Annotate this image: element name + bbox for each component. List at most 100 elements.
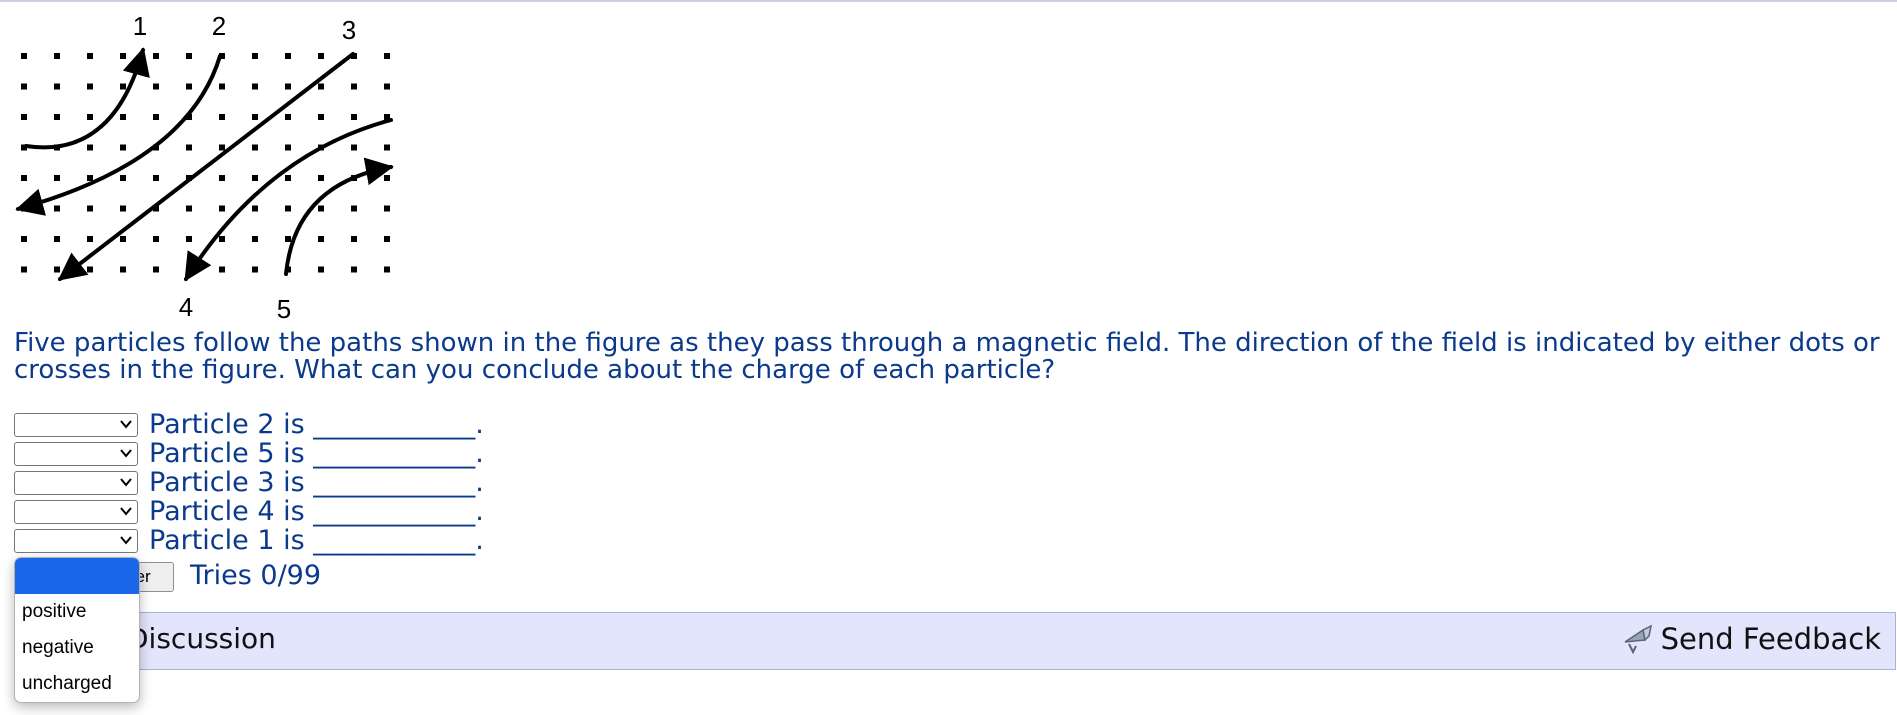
field-dot: [252, 53, 258, 59]
field-dot: [54, 175, 60, 181]
field-dot: [87, 83, 93, 90]
path-2: [15, 54, 222, 216]
field-dot: [21, 83, 27, 90]
particle-3-select[interactable]: [14, 470, 138, 495]
question-row-particle-2: Particle 2 is ____________.: [14, 409, 484, 440]
field-dot: [351, 266, 357, 273]
field-dot: [21, 266, 27, 273]
field-dot: [318, 83, 324, 90]
field-dot: [87, 175, 93, 181]
field-dot: [384, 266, 390, 273]
field-dot: [318, 266, 324, 273]
send-feedback-label: Send Feedback: [1660, 622, 1881, 656]
feedback-icon: [1624, 624, 1652, 655]
dropdown-option-negative[interactable]: negative: [15, 630, 139, 666]
field-dot: [351, 144, 357, 151]
field-dot: [384, 53, 390, 59]
path-5: [284, 157, 394, 276]
field-dot: [120, 175, 126, 181]
dropdown-option-uncharged[interactable]: uncharged: [15, 666, 139, 702]
field-dot: [318, 205, 324, 212]
field-dot: [351, 236, 357, 242]
field-dot: [318, 114, 324, 120]
field-dot: [87, 205, 93, 212]
question-row-particle-3: Particle 3 is ____________.: [14, 467, 484, 498]
chevron-down-icon: [120, 448, 132, 458]
field-dot: [219, 144, 225, 151]
field-dot: [54, 114, 60, 120]
field-dot: [54, 236, 60, 242]
chevron-down-icon: [120, 506, 132, 516]
field-dot: [285, 83, 291, 90]
question-prompt: Five particles follow the paths shown in…: [14, 328, 1880, 385]
field-dot: [252, 175, 258, 181]
field-dot: [186, 144, 192, 151]
field-dot: [285, 144, 291, 151]
tries-counter: Tries 0/99: [190, 560, 322, 591]
field-dot: [120, 144, 126, 151]
field-dot: [384, 236, 390, 242]
field-dot: [120, 266, 126, 273]
particle-1-label: Particle 1 is ____________.: [149, 525, 484, 556]
field-dot: [219, 236, 225, 242]
field-dot: [21, 114, 27, 120]
field-dot: [120, 236, 126, 242]
field-dot: [87, 236, 93, 242]
field-dot: [54, 53, 60, 59]
field-dot: [384, 175, 390, 181]
question-row-particle-4: Particle 4 is ____________.: [14, 496, 484, 527]
particle-4-select[interactable]: [14, 499, 138, 524]
dropdown-option-positive[interactable]: positive: [15, 594, 139, 630]
field-dot: [21, 236, 27, 242]
send-feedback-button[interactable]: Send Feedback: [1621, 622, 1881, 656]
field-dot: [351, 205, 357, 212]
field-dot: [384, 205, 390, 212]
field-dot: [285, 205, 291, 212]
top-rule: [0, 0, 1897, 2]
field-dot: [252, 114, 258, 120]
charge-dropdown-menu: positive negative uncharged: [14, 557, 140, 703]
path-label-1: 1: [133, 11, 147, 41]
particle-1-select[interactable]: [14, 528, 138, 553]
field-dot: [186, 53, 192, 59]
particle-4-label: Particle 4 is ____________.: [149, 496, 484, 527]
chevron-down-icon: [120, 477, 132, 487]
field-dot: [153, 114, 159, 120]
question-row-particle-5: Particle 5 is ____________.: [14, 438, 484, 469]
field-dot: [120, 53, 126, 59]
field-dot: [285, 114, 291, 120]
particle-3-label: Particle 3 is ____________.: [149, 467, 484, 498]
field-dot: [153, 236, 159, 242]
magnetic-field-figure: 1 2 3 4 5: [15, 11, 394, 322]
path-1: [24, 47, 150, 150]
field-dot: [252, 205, 258, 212]
field-dot: [153, 266, 159, 273]
field-dot: [120, 205, 126, 212]
field-dot: [252, 83, 258, 90]
dropdown-option-blank[interactable]: [15, 558, 139, 594]
particle-2-select[interactable]: [14, 412, 138, 437]
field-dot: [21, 53, 27, 59]
field-dot: [219, 114, 225, 120]
field-dot: [351, 83, 357, 90]
field-dot: [384, 144, 390, 151]
path-label-2: 2: [212, 11, 226, 41]
field-dot: [153, 53, 159, 59]
particle-2-label: Particle 2 is ____________.: [149, 409, 484, 440]
field-dot: [87, 114, 93, 120]
field-dot: [153, 83, 159, 90]
field-dot: [21, 175, 27, 181]
path-label-4: 4: [179, 292, 193, 322]
field-dot: [87, 266, 93, 273]
discussion-link[interactable]: Discussion: [127, 622, 276, 655]
field-dot: [219, 83, 225, 90]
field-dot: [318, 175, 324, 181]
question-row-particle-1: Particle 1 is ____________.: [14, 525, 484, 556]
field-dot: [285, 53, 291, 59]
path-label-3: 3: [342, 15, 356, 45]
particle-5-select[interactable]: [14, 441, 138, 466]
field-dot: [54, 266, 60, 273]
field-dot: [252, 266, 258, 273]
chevron-down-icon: [120, 419, 132, 429]
field-dot: [318, 53, 324, 59]
